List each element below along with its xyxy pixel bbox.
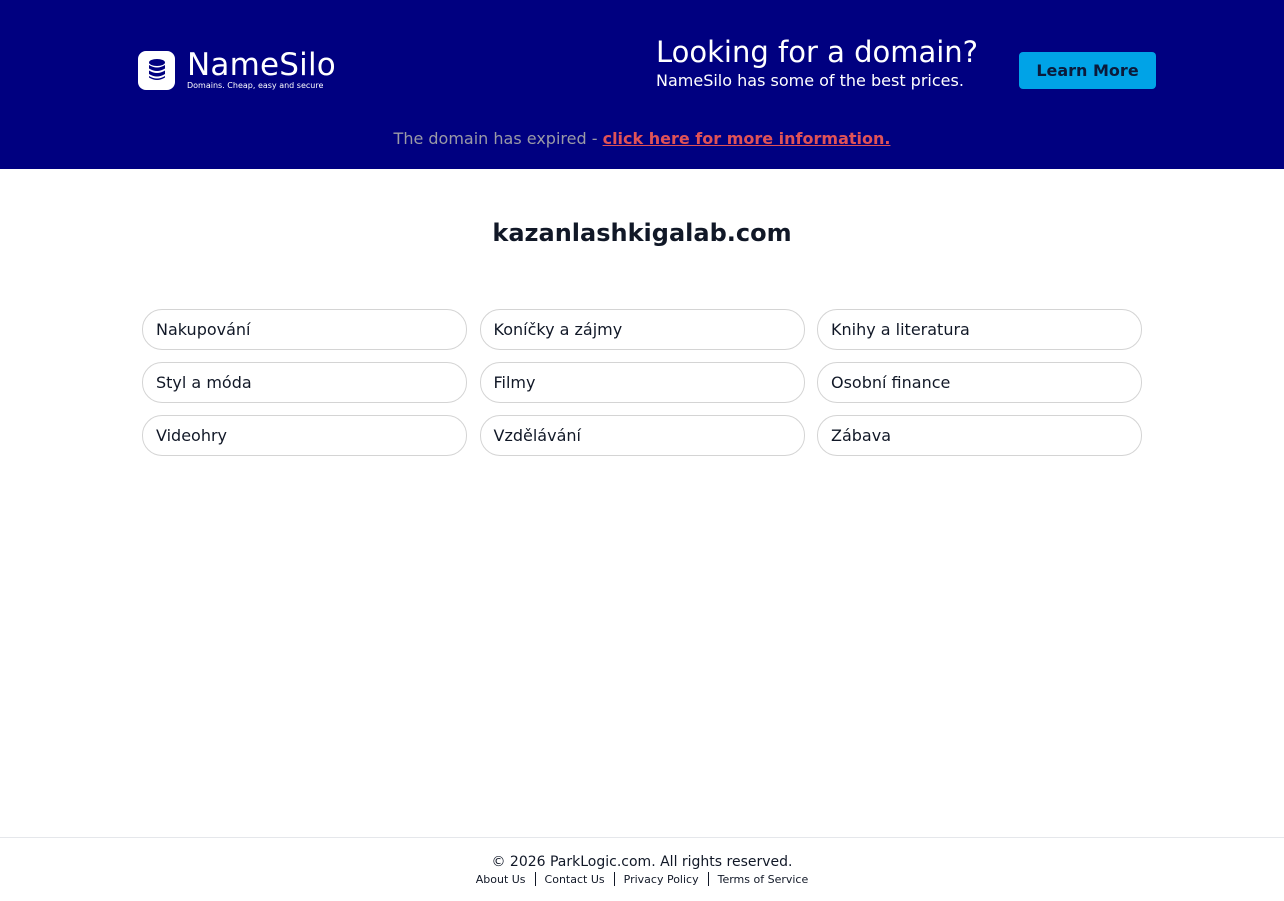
footer-link-terms[interactable]: Terms of Service — [709, 873, 818, 886]
promo-block: Looking for a domain? NameSilo has some … — [656, 34, 978, 92]
logo-name: NameSilo — [187, 47, 336, 83]
copyright-text: © 2026 ParkLogic.com. All rights reserve… — [491, 854, 793, 870]
related-link-finance[interactable]: Osobní finance — [817, 362, 1142, 403]
footer-link-contact[interactable]: Contact Us — [536, 873, 614, 886]
related-link-filmy[interactable]: Filmy — [479, 362, 805, 403]
logo-tagline: Domains. Cheap, easy and secure — [187, 81, 324, 90]
namesilo-logo[interactable]: NameSilo Domains. Cheap, easy and secure — [138, 49, 336, 91]
related-links-grid: Nakupování Koníčky a zájmy Knihy a liter… — [142, 309, 1142, 456]
footer: © 2026 ParkLogic.com. All rights reserve… — [0, 837, 1284, 901]
logo-text: NameSilo Domains. Cheap, easy and secure — [187, 49, 336, 91]
expired-text: The domain has expired - — [393, 129, 603, 148]
domain-title: kazanlashkigalab.com — [492, 219, 792, 247]
header-banner: NameSilo Domains. Cheap, easy and secure… — [0, 0, 1284, 169]
database-icon — [138, 50, 175, 90]
related-link-nakupovani[interactable]: Nakupování — [142, 309, 467, 350]
related-link-videohry[interactable]: Videohry — [142, 415, 467, 456]
promo-title: Looking for a domain? — [656, 35, 979, 69]
related-link-konicky[interactable]: Koníčky a zájmy — [479, 309, 805, 350]
related-link-knihy[interactable]: Knihy a literatura — [817, 309, 1142, 350]
related-link-zabava[interactable]: Zábava — [817, 415, 1142, 456]
related-link-styl[interactable]: Styl a móda — [142, 362, 467, 403]
expired-notice: The domain has expired - click here for … — [0, 129, 1284, 149]
promo-subtitle: NameSilo has some of the best prices. — [656, 71, 964, 90]
footer-link-about[interactable]: About Us — [467, 873, 535, 886]
more-info-link[interactable]: click here for more information. — [603, 129, 891, 148]
learn-more-button[interactable]: Learn More — [1019, 52, 1156, 89]
footer-link-privacy[interactable]: Privacy Policy — [615, 873, 708, 886]
footer-links: About Us Contact Us Privacy Policy Terms… — [0, 872, 1284, 886]
related-link-vzdelavani[interactable]: Vzdělávání — [479, 415, 805, 456]
